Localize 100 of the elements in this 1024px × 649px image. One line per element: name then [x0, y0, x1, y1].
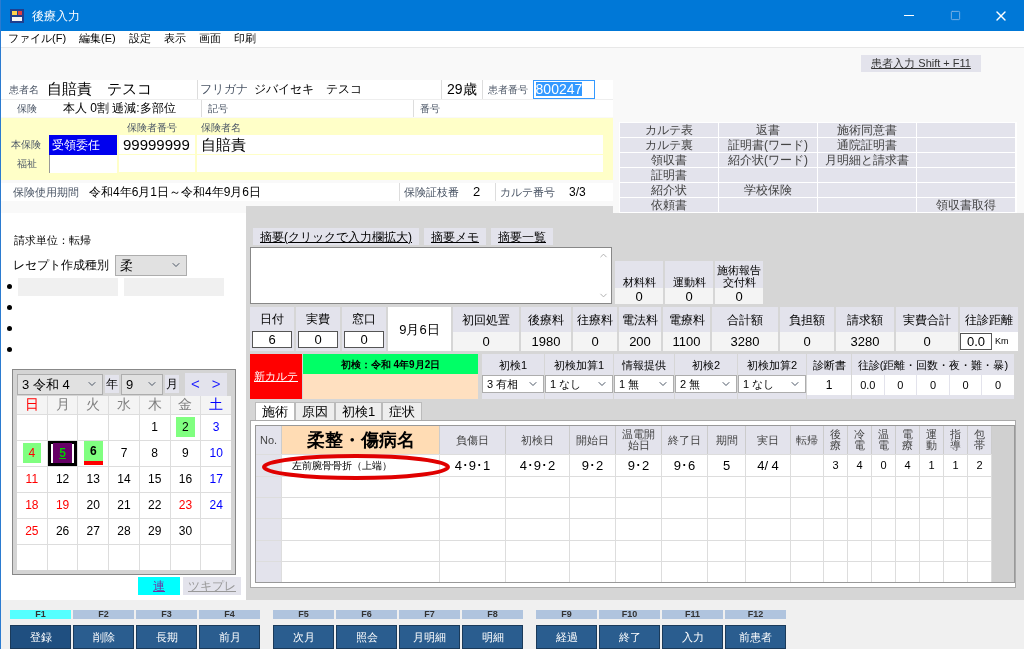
memo-textarea[interactable] — [250, 247, 612, 305]
fee-value: 3280 — [836, 332, 894, 352]
distance-field[interactable]: 0.0 — [960, 333, 992, 351]
tab[interactable]: 原因 — [295, 402, 335, 421]
calendar-day[interactable]: 29 — [139, 518, 170, 544]
previous-month-button[interactable]: < — [191, 373, 200, 396]
calendar-day[interactable]: 21 — [109, 492, 139, 518]
calendar-button[interactable]: 連 — [138, 576, 180, 595]
function-key-button[interactable]: 月明細 — [399, 625, 460, 649]
calendar-day[interactable]: 1 — [139, 414, 170, 440]
calendar-day[interactable]: 27 — [78, 518, 109, 544]
calendar-day[interactable]: 22 — [139, 492, 170, 518]
calendar-day[interactable]: 16 — [170, 466, 201, 492]
document-print-button[interactable]: 学校保険 — [719, 182, 817, 197]
tab[interactable]: 施術 — [255, 402, 295, 421]
memo-tab[interactable]: 摘要メモ — [424, 228, 486, 246]
function-key-button[interactable]: 終了 — [599, 625, 660, 649]
calendar-day[interactable]: 26 — [47, 518, 78, 544]
calendar-day[interactable]: 20 — [78, 492, 109, 518]
next-month-button[interactable]: > — [211, 373, 221, 396]
document-print-button[interactable]: 紹介状 — [620, 182, 718, 197]
tab[interactable]: 症状 — [382, 402, 423, 421]
field-label: 年 — [105, 375, 119, 394]
document-print-button[interactable]: 依頼書 — [620, 197, 718, 212]
calendar-day[interactable]: 19 — [47, 492, 78, 518]
calendar-day[interactable]: 6 — [78, 440, 109, 466]
memo-tab[interactable]: 摘要(クリックで入力欄拡大) — [253, 228, 419, 246]
document-print-button[interactable]: 証明書(ワード) — [719, 137, 817, 152]
memo-tab[interactable]: 摘要一覧 — [491, 228, 553, 246]
insurer-number-field[interactable]: 99999999 — [119, 135, 195, 155]
document-print-button[interactable]: 領収書 — [620, 152, 718, 167]
first-visit-select[interactable]: 3 有相 — [482, 375, 544, 394]
month-select[interactable]: 9 — [121, 373, 163, 395]
menu-item[interactable]: 画面 — [198, 33, 221, 45]
function-key-button[interactable]: 登録 — [10, 625, 71, 649]
calendar-day[interactable]: 13 — [78, 466, 109, 492]
function-key-button[interactable]: 長期 — [136, 625, 197, 649]
input-field[interactable]: 0 — [344, 331, 384, 349]
input-field[interactable] — [18, 277, 118, 296]
input-field[interactable] — [197, 155, 603, 173]
input-field[interactable]: 6 — [252, 331, 292, 349]
calendar-day[interactable]: 5 — [47, 440, 78, 466]
calendar-day[interactable]: 8 — [139, 440, 170, 466]
menu-item[interactable]: ファイル(F) — [8, 33, 67, 45]
calendar-day[interactable]: 9 — [170, 440, 201, 466]
document-print-button[interactable]: 領収書取得 — [917, 197, 1015, 212]
calendar-day[interactable]: 10 — [201, 440, 231, 466]
calendar-day[interactable]: 24 — [201, 492, 231, 518]
function-key-button[interactable]: 照会 — [336, 625, 397, 649]
document-print-button[interactable]: カルテ裏 — [620, 137, 718, 152]
first-visit-select[interactable]: 1 なし — [545, 375, 613, 394]
calendar-day[interactable]: 18 — [17, 492, 47, 518]
function-key-label: F3 — [136, 610, 197, 619]
document-print-button[interactable]: 証明書 — [620, 167, 718, 182]
function-key-button[interactable]: 経過 — [536, 625, 597, 649]
insurance-kind-badge[interactable]: 受領委任 — [49, 134, 117, 155]
era-select[interactable]: 3 令和 4 — [17, 373, 103, 395]
day-number: 19 — [54, 497, 71, 515]
calendar-day[interactable]: 15 — [139, 466, 170, 492]
calendar-day[interactable]: 14 — [109, 466, 139, 492]
document-print-button[interactable]: 通院証明書 — [818, 137, 916, 152]
new-chart-button[interactable]: 新カルテ — [250, 354, 302, 400]
calendar-day[interactable]: 11 — [17, 466, 47, 492]
input-field[interactable]: 0 — [298, 331, 338, 349]
receipt-type-select[interactable]: 柔 — [115, 254, 187, 276]
calendar-day[interactable]: 12 — [47, 466, 78, 492]
menu-item[interactable]: 印刷 — [233, 33, 256, 45]
function-key-button[interactable]: 明細 — [462, 625, 523, 649]
document-print-button[interactable]: 月明細と請求書 — [818, 152, 916, 167]
input-field[interactable] — [124, 277, 224, 296]
calendar-day[interactable]: 17 — [201, 466, 231, 492]
calendar-day[interactable]: 3 — [201, 414, 231, 440]
input-field[interactable] — [119, 155, 195, 173]
first-visit-select[interactable]: 2 無 — [675, 375, 737, 394]
document-print-button[interactable]: 施術同意書 — [818, 122, 916, 137]
first-visit-select[interactable]: 1 無 — [614, 375, 674, 394]
menu-item[interactable]: 編集(E) — [79, 33, 116, 45]
document-print-button[interactable]: カルテ表 — [620, 122, 718, 137]
calendar-day[interactable]: 2 — [170, 414, 201, 440]
fee-value: 0 — [453, 332, 519, 352]
calendar-day[interactable]: 25 — [17, 518, 47, 544]
function-key-button[interactable]: 次月 — [273, 625, 334, 649]
calendar-day[interactable]: 30 — [170, 518, 201, 544]
field-label: 実費 — [305, 311, 331, 329]
menu-item[interactable]: 設定 — [128, 33, 151, 45]
calendar-day[interactable]: 28 — [109, 518, 139, 544]
function-key-button[interactable]: 入力 — [662, 625, 723, 649]
function-key-button[interactable]: 前患者 — [725, 625, 786, 649]
insurer-name-field[interactable]: 自賠責 — [197, 135, 603, 155]
menu-item[interactable]: 表示 — [163, 33, 186, 45]
document-print-button[interactable]: 紹介状(ワード) — [719, 152, 817, 167]
first-visit-select[interactable]: 1 なし — [738, 375, 806, 394]
calendar-day[interactable]: 23 — [170, 492, 201, 518]
function-key-label: F8 — [462, 610, 523, 619]
document-print-button[interactable]: 返書 — [719, 122, 817, 137]
tab[interactable]: 初検1 — [335, 402, 383, 421]
calendar-day[interactable]: 7 — [109, 440, 139, 466]
patient-input-button[interactable]: 患者入力 Shift + F11 — [861, 54, 981, 72]
function-key-button[interactable]: 削除 — [73, 625, 134, 649]
function-key-button[interactable]: 前月 — [199, 625, 260, 649]
